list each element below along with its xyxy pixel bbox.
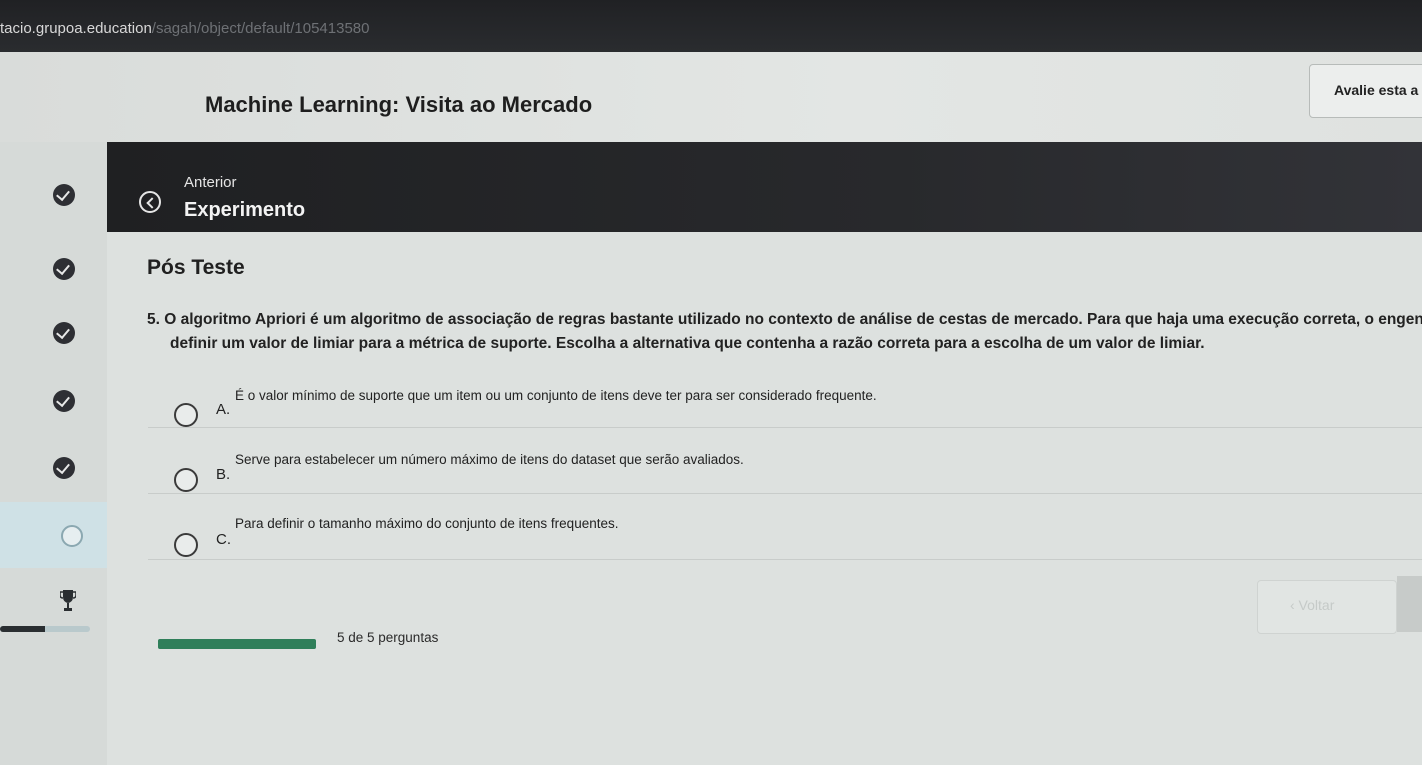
previous-label[interactable]: Anterior: [184, 174, 237, 191]
next-button-edge[interactable]: [1397, 576, 1422, 632]
chevron-left-circle-icon[interactable]: [139, 191, 161, 213]
page-title: Machine Learning: Visita ao Mercado: [205, 92, 593, 117]
option-b-letter: B.: [216, 466, 231, 483]
rail-item-4-check-icon[interactable]: [53, 390, 75, 412]
option-b-text: Serve para estabelecer um número máximo …: [235, 452, 744, 467]
question-line-1: 5. O algoritmo Apriori é um algoritmo de…: [147, 311, 1422, 328]
rail-item-3-check-icon[interactable]: [53, 322, 75, 344]
option-a[interactable]: A. É o valor mínimo de suporte que um it…: [148, 362, 1422, 428]
option-b[interactable]: B. Serve para estabelecer um número máxi…: [148, 428, 1422, 494]
current-item-highlight: [0, 502, 118, 568]
url-path: /sagah/object/default/105413580: [151, 20, 370, 37]
url-host: tacio.grupoa.education: [0, 20, 152, 37]
option-a-text: É o valor mínimo de suporte que um item …: [235, 388, 877, 403]
radio-button-b[interactable]: [174, 468, 198, 492]
option-c-text: Para definir o tamanho máximo do conjunt…: [235, 516, 619, 531]
option-c[interactable]: C. Para definir o tamanho máximo do conj…: [148, 494, 1422, 560]
question-line-2: definir um valor de limiar para a métric…: [170, 335, 1205, 352]
radio-button-c[interactable]: [174, 533, 198, 557]
quiz-progress-text: 5 de 5 perguntas: [337, 630, 439, 645]
previous-title[interactable]: Experimento: [184, 199, 305, 222]
rail-item-2-check-icon[interactable]: [53, 258, 75, 280]
trophy-icon[interactable]: [60, 589, 76, 613]
url-text[interactable]: tacio.grupoa.education/sagah/object/defa…: [0, 20, 369, 37]
progress-rail: [0, 142, 107, 765]
section-title: Pós Teste: [147, 256, 245, 279]
rail-progress-fill: [0, 626, 45, 632]
back-button[interactable]: ‹ Voltar: [1257, 580, 1397, 634]
rail-item-6-current-icon[interactable]: [61, 525, 83, 547]
rail-item-5-check-icon[interactable]: [53, 457, 75, 479]
rate-button[interactable]: Avalie esta a: [1309, 64, 1422, 118]
radio-button-a[interactable]: [174, 403, 198, 427]
browser-url-bar[interactable]: tacio.grupoa.education/sagah/object/defa…: [0, 0, 1422, 52]
rail-progress-bar: [0, 626, 90, 632]
rail-item-1-check-icon[interactable]: [53, 184, 75, 206]
question-text: 5. O algoritmo Apriori é um algoritmo de…: [147, 308, 1422, 356]
option-a-letter: A.: [216, 401, 231, 418]
option-c-letter: C.: [216, 531, 231, 548]
quiz-progress-bar: [158, 639, 316, 649]
quiz-progress-fill: [158, 639, 316, 649]
